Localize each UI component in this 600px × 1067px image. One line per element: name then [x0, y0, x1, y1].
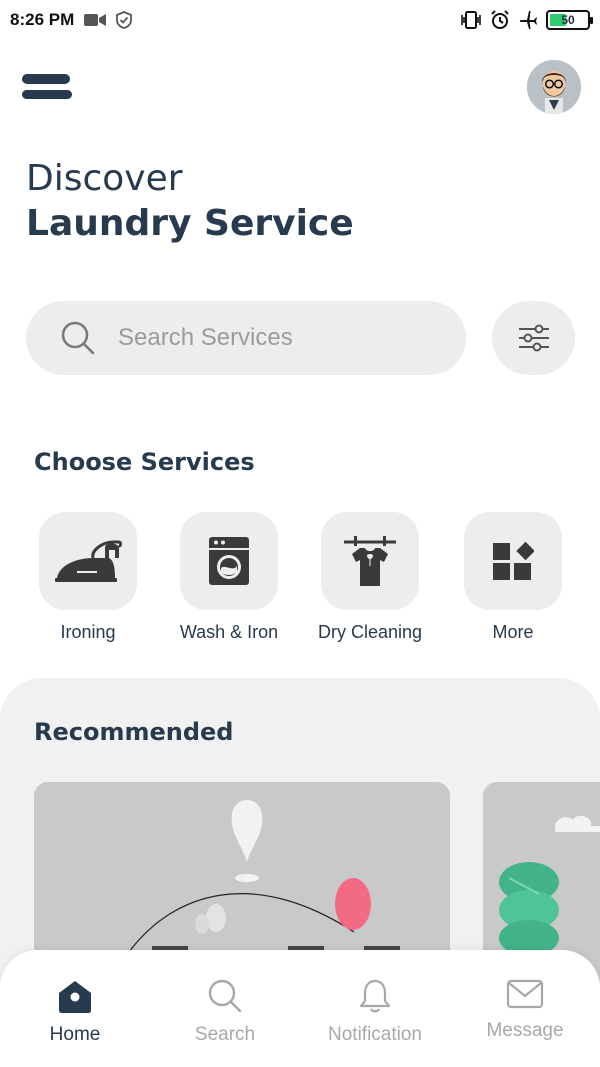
menu-icon	[22, 74, 70, 84]
search-input[interactable]	[118, 324, 438, 352]
nav-notification[interactable]: Notification	[300, 978, 450, 1046]
home-icon	[59, 981, 91, 1013]
service-tile	[464, 512, 562, 610]
service-tile	[321, 512, 419, 610]
service-label: More	[492, 622, 534, 642]
video-camera-icon	[84, 14, 107, 26]
service-more[interactable]: More	[453, 512, 573, 643]
service-label: Ironing	[60, 622, 116, 642]
service-label: Dry Cleaning	[317, 622, 423, 642]
recommended-title: Recommended	[34, 718, 234, 746]
search-bar[interactable]	[26, 301, 466, 375]
nav-label: Home	[49, 1024, 101, 1045]
sliders-icon	[518, 324, 549, 352]
bell-icon	[359, 979, 391, 1013]
grid-icon	[493, 541, 534, 580]
battery-indicator: 50	[546, 10, 593, 30]
airplane-icon	[519, 11, 537, 29]
shield-check-icon	[116, 11, 133, 29]
alarm-icon	[491, 10, 509, 29]
choose-services-title: Choose Services	[34, 448, 255, 476]
service-dry-cleaning[interactable]: Dry Cleaning	[310, 512, 430, 643]
hero-subtitle: Discover	[26, 158, 183, 199]
service-ironing[interactable]: Ironing	[28, 512, 148, 643]
services-list: Ironing Wash & Iron Dry Cleaning More	[36, 512, 566, 652]
avatar[interactable]	[527, 60, 581, 114]
page-title: Laundry Service	[26, 203, 354, 244]
washing-machine-icon	[209, 537, 249, 585]
filter-button[interactable]	[492, 301, 575, 375]
nav-label: Search	[194, 1024, 256, 1045]
nav-home[interactable]: Home	[0, 978, 150, 1046]
status-time: 8:26 PM	[10, 10, 75, 29]
service-tile	[180, 512, 278, 610]
menu-button[interactable]	[22, 74, 74, 102]
nav-search[interactable]: Search	[150, 978, 300, 1046]
service-label: Wash & Iron	[179, 622, 279, 642]
shirt-hanger-icon	[344, 536, 396, 586]
iron-icon	[55, 540, 122, 582]
vibrate-icon	[461, 11, 481, 29]
nav-label: Message	[486, 1020, 564, 1041]
nav-label: Notification	[328, 1024, 422, 1045]
service-wash-iron[interactable]: Wash & Iron	[169, 512, 289, 643]
bottom-navigation: Home Search Notification Message	[0, 950, 600, 1067]
avatar-icon	[527, 60, 581, 114]
status-bar: 8:26 PM 50	[0, 0, 600, 40]
menu-icon-bar	[22, 90, 72, 99]
search-icon	[61, 321, 95, 355]
service-tile	[39, 512, 137, 610]
mail-icon	[506, 979, 544, 1009]
search-icon	[208, 979, 242, 1013]
nav-message[interactable]: Message	[450, 978, 600, 1042]
